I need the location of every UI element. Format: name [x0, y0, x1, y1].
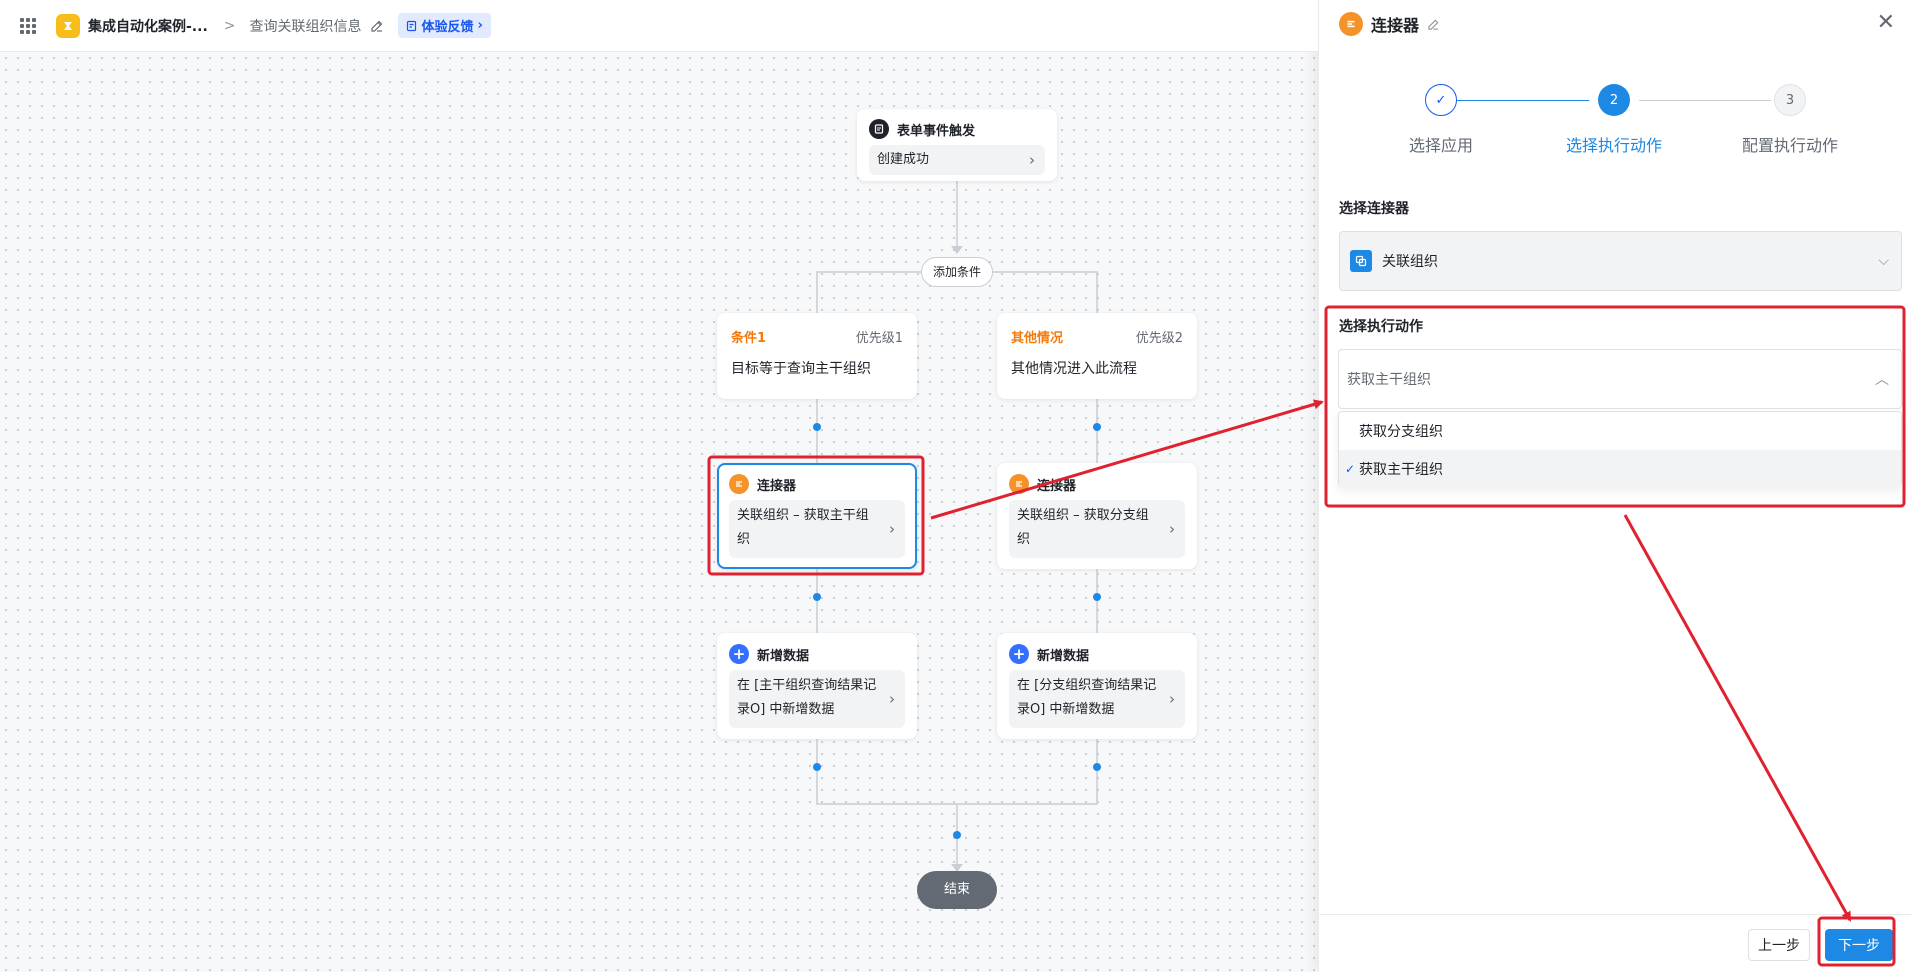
chevron-right-icon: › [1169, 690, 1175, 708]
app-name[interactable]: 集成自动化案例-... [88, 16, 208, 36]
connector-config-panel: 连接器 ✕ ✓ 选择应用 2 选择执行动作 3 配置执行动作 选择连接器 关联组… [1318, 0, 1911, 972]
connector-select-value: 关联组织 [1382, 254, 1438, 270]
top-header: 集成自动化案例-... > 查询关联组织信息 体验反馈 › [0, 0, 1318, 52]
option-label: 获取主干组织 [1359, 462, 1443, 478]
condition-text: 目标等于查询主干组织 [731, 361, 871, 377]
feedback-button[interactable]: 体验反馈 › [397, 13, 491, 38]
connector-dot [1093, 423, 1101, 431]
edit-icon[interactable] [370, 19, 384, 33]
step-select-app[interactable]: ✓ 选择应用 [1351, 84, 1531, 156]
add-data-body-text: 在 [分支组织查询结果记录O] 中新增数据 [1017, 678, 1157, 717]
add-data-node-2[interactable]: + 新增数据 在 [分支组织查询结果记录O] 中新增数据 › [997, 633, 1197, 739]
add-data-body[interactable]: 在 [分支组织查询结果记录O] 中新增数据 › [1009, 670, 1185, 728]
connector-icon [729, 474, 749, 494]
check-icon: ✓ [1345, 462, 1356, 476]
condition-node-1[interactable]: 条件1 优先级1 目标等于查询主干组织 [717, 313, 917, 399]
chevron-right-icon: › [1029, 151, 1035, 169]
condition-name: 其他情况 [1011, 331, 1064, 346]
chevron-right-icon: › [889, 520, 895, 538]
add-data-node-1[interactable]: + 新增数据 在 [主干组织查询结果记录O] 中新增数据 › [717, 633, 917, 739]
connector-body[interactable]: 关联组织 – 获取主干组织 › [729, 500, 905, 558]
chevron-down-icon: ⌵ [1878, 253, 1889, 269]
action-field-label: 选择执行动作 [1339, 319, 1423, 335]
trigger-node[interactable]: 表单事件触发 创建成功 › [857, 109, 1057, 181]
condition-name: 条件1 [731, 331, 767, 346]
app-logo-icon [56, 13, 80, 38]
condition-text: 其他情况进入此流程 [1011, 361, 1137, 377]
step-label: 选择执行动作 [1565, 136, 1662, 155]
panel-title: 连接器 [1371, 16, 1420, 35]
chevron-up-icon: ︿ [1875, 372, 1889, 388]
add-condition-button[interactable]: 添加条件 [921, 257, 993, 287]
option-get-branch-org[interactable]: 获取分支组织 [1339, 412, 1901, 450]
connector-select[interactable]: 关联组织 ⌵ [1339, 231, 1902, 291]
add-data-title: 新增数据 [1037, 648, 1090, 664]
next-step-button[interactable]: 下一步 [1825, 929, 1893, 961]
trigger-title: 表单事件触发 [897, 123, 976, 139]
flow-name: 查询关联组织信息 [249, 18, 362, 35]
step-select-action[interactable]: 2 选择执行动作 [1524, 84, 1704, 156]
feedback-icon [406, 20, 416, 31]
option-label: 获取分支组织 [1359, 424, 1443, 440]
action-dropdown: 获取分支组织 ✓ 获取主干组织 [1338, 411, 1902, 488]
apps-grid-icon[interactable] [20, 17, 36, 34]
link-icon [1350, 250, 1372, 272]
connector-body-text: 关联组织 – 获取主干组织 [737, 508, 869, 547]
plus-icon: + [729, 644, 749, 664]
flow-canvas[interactable]: 表单事件触发 创建成功 › 添加条件 条件1 优先级1 目标等于查询主干组织 其… [0, 52, 1318, 972]
step-number: 2 [1598, 84, 1630, 116]
connector-dot [813, 593, 821, 601]
connector-body-text: 关联组织 – 获取分支组织 [1017, 508, 1149, 547]
connector-dot [813, 423, 821, 431]
option-get-main-org[interactable]: ✓ 获取主干组织 [1339, 450, 1901, 488]
close-icon[interactable]: ✕ [1877, 12, 1895, 34]
prev-step-button[interactable]: 上一步 [1748, 929, 1810, 961]
connector-title: 连接器 [757, 478, 797, 494]
plus-icon: + [1009, 644, 1029, 664]
stepper: ✓ 选择应用 2 选择执行动作 3 配置执行动作 [1319, 84, 1911, 164]
connector-body[interactable]: 关联组织 – 获取分支组织 › [1009, 500, 1185, 558]
step-config-action[interactable]: 3 配置执行动作 [1700, 84, 1880, 156]
edit-icon[interactable] [1427, 18, 1440, 31]
connector-icon [1339, 12, 1363, 36]
action-select-value: 获取主干组织 [1347, 372, 1431, 388]
trigger-body[interactable]: 创建成功 › [869, 145, 1045, 175]
connector-dot [1093, 763, 1101, 771]
step-label: 配置执行动作 [1741, 136, 1838, 155]
feedback-label: 体验反馈 [421, 20, 474, 35]
connector-dot [813, 763, 821, 771]
end-node[interactable]: 结束 [917, 871, 997, 909]
action-select[interactable]: 获取主干组织 ︿ [1338, 349, 1902, 409]
chevron-right-icon: › [1169, 520, 1175, 538]
step-label: 选择应用 [1408, 136, 1473, 155]
condition-priority: 优先级2 [1135, 331, 1183, 346]
connector-node-2[interactable]: 连接器 关联组织 – 获取分支组织 › [997, 463, 1197, 569]
form-icon [869, 119, 889, 139]
trigger-body-text: 创建成功 [877, 152, 930, 167]
chevron-right-icon: › [889, 690, 895, 708]
panel-footer: 上一步 下一步 [1319, 914, 1911, 972]
add-data-body[interactable]: 在 [主干组织查询结果记录O] 中新增数据 › [729, 670, 905, 728]
condition-priority: 优先级1 [855, 331, 903, 346]
connector-title: 连接器 [1037, 478, 1077, 494]
add-data-title: 新增数据 [757, 648, 810, 664]
connector-dot [1093, 593, 1101, 601]
connector-dot [953, 831, 961, 839]
check-icon: ✓ [1425, 84, 1457, 116]
chevron-right-icon: › [477, 18, 483, 33]
connector-node-1[interactable]: 连接器 关联组织 – 获取主干组织 › [717, 463, 917, 569]
breadcrumb-separator: > [223, 17, 236, 34]
step-number: 3 [1774, 84, 1806, 116]
connector-field-label: 选择连接器 [1339, 201, 1409, 217]
connector-icon [1009, 474, 1029, 494]
condition-node-2[interactable]: 其他情况 优先级2 其他情况进入此流程 [997, 313, 1197, 399]
add-data-body-text: 在 [主干组织查询结果记录O] 中新增数据 [737, 678, 877, 717]
